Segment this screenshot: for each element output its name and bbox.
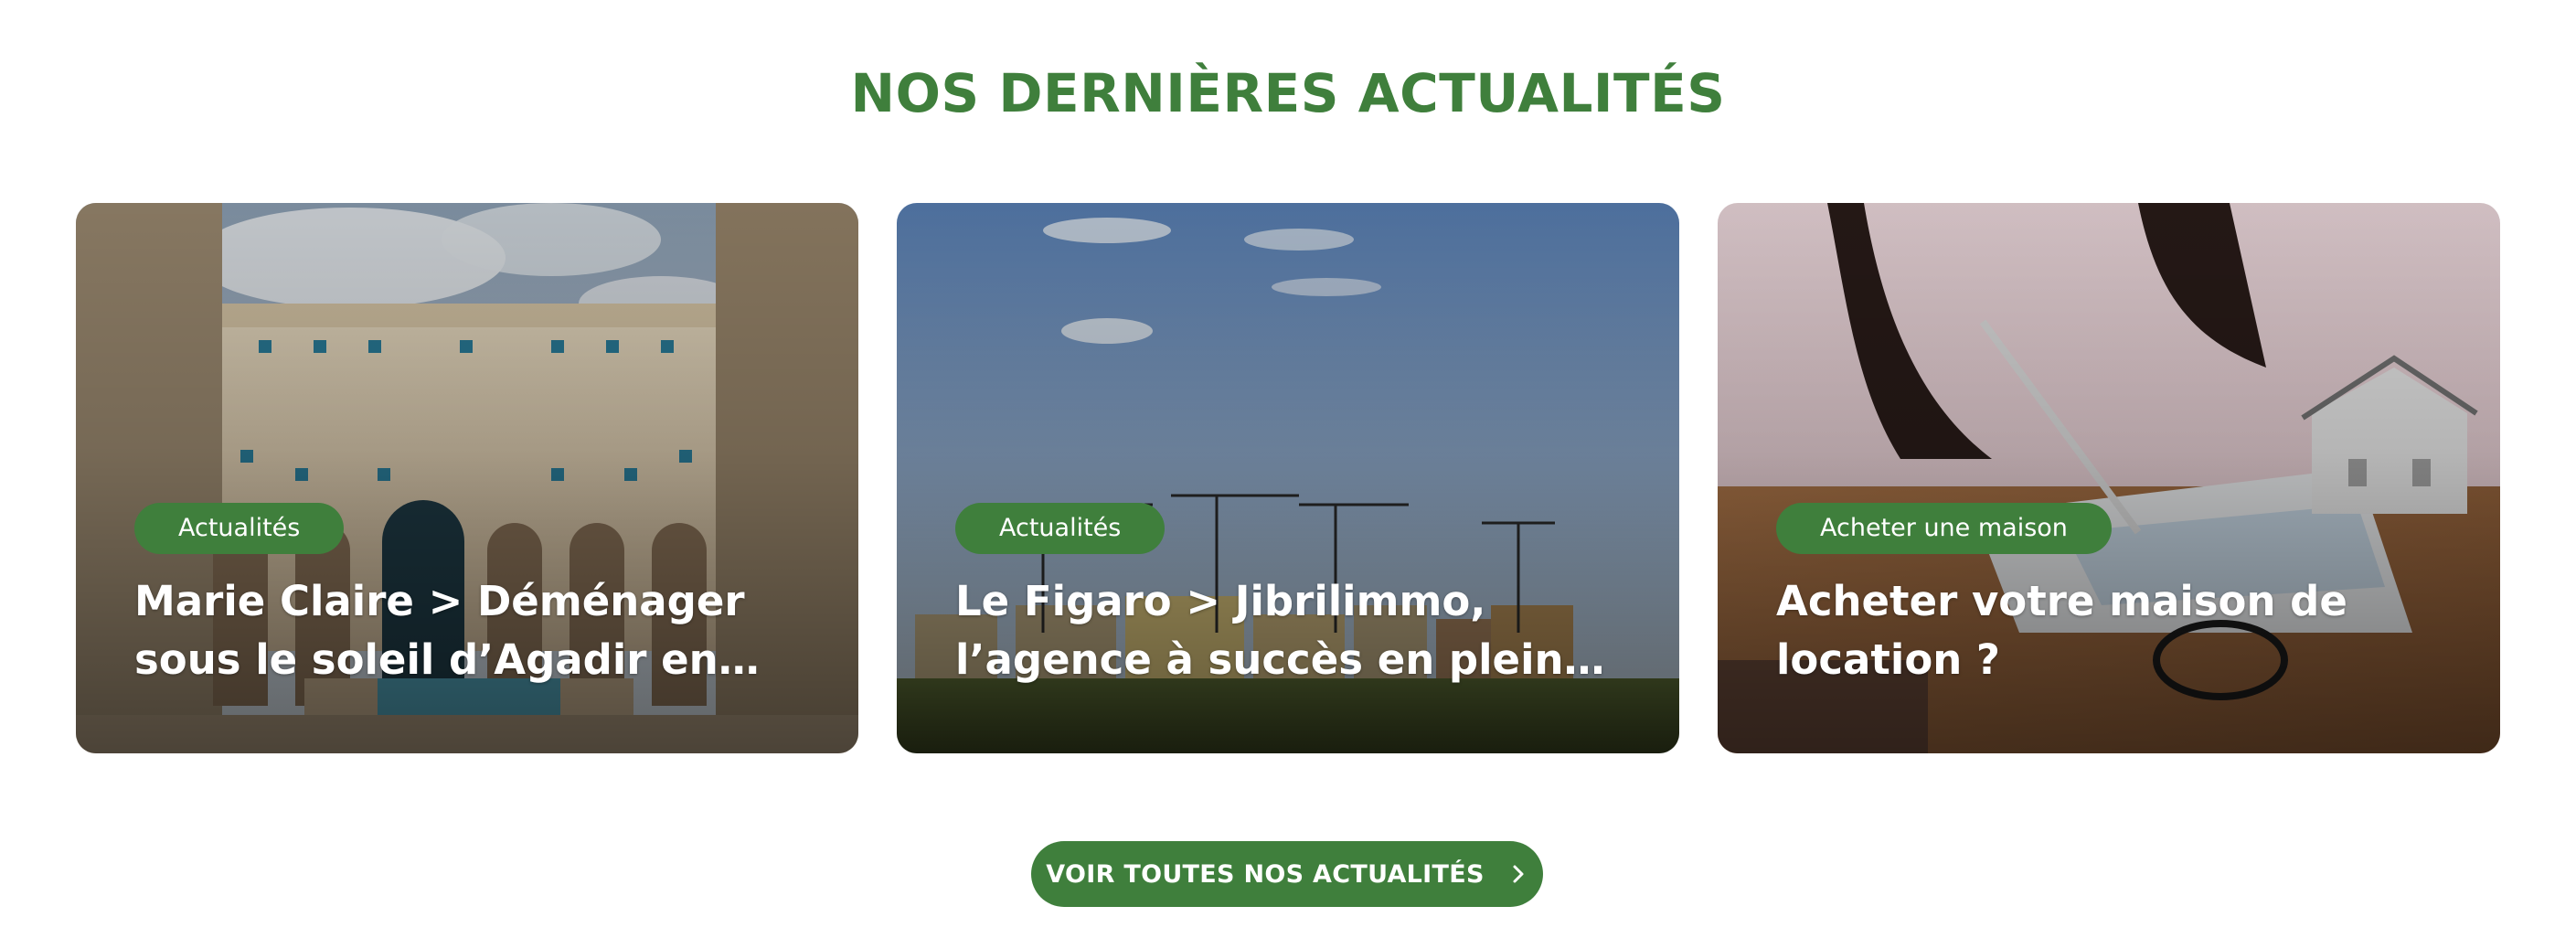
news-card[interactable]: Actualités Marie Claire > Déménager sous… xyxy=(76,203,858,753)
view-all-news-label: VOIR TOUTES NOS ACTUALITÉS xyxy=(1046,859,1485,889)
view-all-news-button[interactable]: VOIR TOUTES NOS ACTUALITÉS xyxy=(1031,841,1543,907)
card-category-badge[interactable]: Actualités xyxy=(134,503,345,554)
card-title[interactable]: Marie Claire > Déménager sous le soleil … xyxy=(134,572,811,689)
chevron-right-icon xyxy=(1513,865,1524,883)
news-cards: Actualités Marie Claire > Déménager sous… xyxy=(76,203,2500,753)
section-title: NOS DERNIÈRES ACTUALITÉS xyxy=(850,62,1726,124)
card-category-badge[interactable]: Actualités xyxy=(955,503,1166,554)
news-card[interactable]: Acheter une maison Acheter votre maison … xyxy=(1718,203,2500,753)
card-title[interactable]: Acheter votre maison de location ? xyxy=(1776,572,2453,689)
card-category-badge[interactable]: Acheter une maison xyxy=(1776,503,2112,554)
news-card[interactable]: Actualités Le Figaro > Jibrilimmo, l’age… xyxy=(897,203,1679,753)
card-title[interactable]: Le Figaro > Jibrilimmo, l’agence à succè… xyxy=(955,572,1632,689)
